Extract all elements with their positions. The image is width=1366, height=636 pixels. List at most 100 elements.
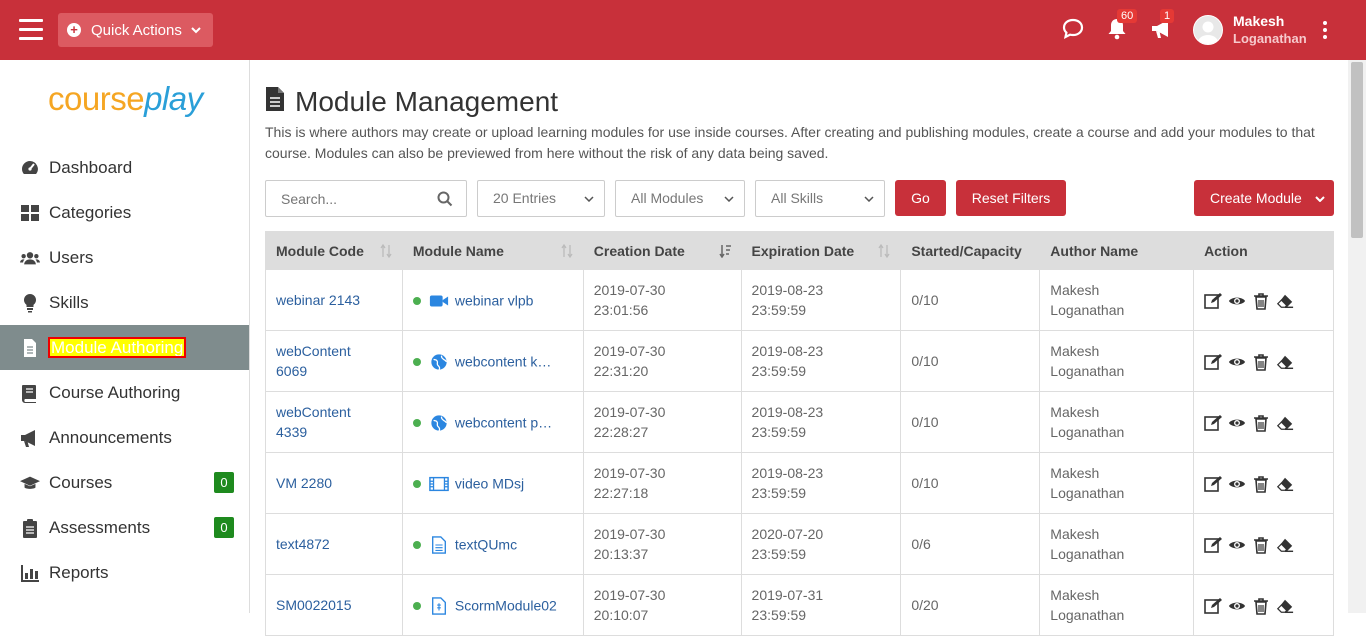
modules-select[interactable]: All Modules bbox=[615, 180, 745, 217]
preview-eye-icon[interactable] bbox=[1228, 292, 1246, 310]
column-header-expiration-date[interactable]: Expiration Date bbox=[740, 231, 902, 270]
sidebar-item-course-authoring[interactable]: Course Authoring bbox=[0, 370, 249, 415]
scrollbar-thumb[interactable] bbox=[1351, 62, 1363, 238]
column-header-action: Action bbox=[1193, 231, 1334, 270]
module-name-link[interactable]: webinar vlpb bbox=[455, 293, 534, 309]
module-name-link[interactable]: textQUmc bbox=[455, 537, 517, 553]
trash-icon[interactable] bbox=[1252, 353, 1270, 371]
module-name-link[interactable]: video MDsj bbox=[455, 476, 524, 492]
sidebar-item-reports[interactable]: Reports bbox=[0, 550, 249, 595]
trash-icon[interactable] bbox=[1252, 475, 1270, 493]
preview-eye-icon[interactable] bbox=[1228, 536, 1246, 554]
eraser-icon[interactable] bbox=[1276, 536, 1294, 554]
create-module-label: Create Module bbox=[1210, 190, 1302, 206]
sidebar-item-announcements[interactable]: Announcements bbox=[0, 415, 249, 460]
creation-time: 20:13:37 bbox=[593, 546, 649, 562]
expiration-date-cell: 2019-08-23 23:59:59 bbox=[740, 330, 902, 392]
expiration-date-cell: 2019-07-31 23:59:59 bbox=[740, 574, 902, 636]
module-code-link[interactable]: webContent bbox=[276, 343, 351, 359]
users-icon bbox=[20, 252, 40, 265]
sidebar-item-users[interactable]: Users bbox=[0, 235, 249, 280]
module-code-link[interactable]: VM 2280 bbox=[276, 475, 332, 491]
edit-icon[interactable] bbox=[1204, 292, 1223, 310]
create-module-button[interactable]: Create Module bbox=[1194, 180, 1334, 216]
module-name-link[interactable]: ScormModule02 bbox=[455, 598, 557, 614]
entries-select[interactable]: 20 Entries bbox=[477, 180, 605, 217]
module-code-cell[interactable]: text4872 bbox=[265, 513, 403, 575]
module-name-cell: ScormModule02 bbox=[401, 574, 584, 636]
courses-count-badge: 0 bbox=[214, 472, 234, 493]
module-code-cell[interactable]: VM 2280 bbox=[265, 452, 403, 514]
eraser-icon[interactable] bbox=[1276, 414, 1294, 432]
expiration-date-cell: 2019-08-23 23:59:59 bbox=[740, 269, 902, 331]
table-row: webContent 6069 webcontent k… 2019-07-30 22:… bbox=[265, 330, 1334, 392]
module-code-link[interactable]: text4872 bbox=[276, 536, 330, 552]
chat-icon[interactable] bbox=[1060, 16, 1086, 42]
published-status-dot bbox=[412, 479, 421, 488]
module-code-link-line2[interactable]: 6069 bbox=[276, 363, 307, 379]
globe-icon bbox=[431, 353, 447, 371]
edit-icon[interactable] bbox=[1204, 475, 1223, 493]
eraser-icon[interactable] bbox=[1276, 475, 1294, 493]
edit-icon[interactable] bbox=[1204, 414, 1223, 432]
user-first-name[interactable]: Makesh bbox=[1233, 13, 1284, 29]
module-name-link[interactable]: webcontent p… bbox=[455, 415, 552, 431]
chevron-down-icon bbox=[724, 196, 734, 202]
go-button[interactable]: Go bbox=[895, 180, 946, 216]
modules-select-value: All Modules bbox=[631, 190, 704, 206]
creation-date-cell: 2019-07-30 23:01:56 bbox=[582, 269, 742, 331]
module-code-link[interactable]: webContent bbox=[276, 404, 351, 420]
skills-select-value: All Skills bbox=[771, 190, 824, 206]
module-code-cell[interactable]: webContent 4339 bbox=[265, 391, 403, 453]
module-code-cell[interactable]: SM0022015 bbox=[265, 574, 403, 636]
started-capacity: 0/20 bbox=[911, 597, 939, 613]
main-content: Module Management This is where authors … bbox=[250, 60, 1348, 636]
sidebar-item-assessments[interactable]: Assessments 0 bbox=[0, 505, 249, 550]
globe-icon bbox=[431, 414, 447, 432]
edit-icon[interactable] bbox=[1204, 597, 1223, 615]
avatar[interactable] bbox=[1193, 15, 1223, 45]
sidebar-item-label: Course Authoring bbox=[49, 382, 181, 402]
trash-icon[interactable] bbox=[1252, 536, 1270, 554]
edit-icon[interactable] bbox=[1204, 536, 1223, 554]
sidebar-item-courses[interactable]: Courses 0 bbox=[0, 460, 249, 505]
creation-time: 22:27:18 bbox=[593, 485, 649, 501]
preview-eye-icon[interactable] bbox=[1228, 475, 1246, 493]
trash-icon[interactable] bbox=[1252, 292, 1270, 310]
sidebar-item-categories[interactable]: Categories bbox=[0, 190, 249, 235]
kebab-menu-icon[interactable] bbox=[1321, 21, 1329, 41]
module-code-cell[interactable]: webinar 2143 bbox=[265, 269, 403, 331]
trash-icon[interactable] bbox=[1252, 597, 1270, 615]
module-code-link[interactable]: SM0022015 bbox=[276, 597, 352, 613]
sidebar-item-label: Courses bbox=[49, 472, 113, 492]
module-code-link[interactable]: webinar 2143 bbox=[276, 292, 360, 308]
trash-icon[interactable] bbox=[1252, 414, 1270, 432]
sidebar-item-skills[interactable]: Skills bbox=[0, 280, 249, 325]
eraser-icon[interactable] bbox=[1276, 292, 1294, 310]
sidebar-item-dashboard[interactable]: Dashboard bbox=[0, 145, 249, 190]
column-header-module-name[interactable]: Module Name bbox=[401, 231, 584, 270]
user-last-name[interactable]: Loganathan bbox=[1233, 31, 1307, 46]
column-header-module-code[interactable]: Module Code bbox=[265, 231, 403, 270]
module-name-link[interactable]: webcontent k… bbox=[455, 354, 552, 370]
preview-eye-icon[interactable] bbox=[1228, 414, 1246, 432]
reset-filters-button[interactable]: Reset Filters bbox=[956, 180, 1066, 216]
preview-eye-icon[interactable] bbox=[1228, 597, 1246, 615]
quick-actions-button[interactable]: + Quick Actions bbox=[58, 13, 213, 47]
eraser-icon[interactable] bbox=[1276, 353, 1294, 371]
edit-icon[interactable] bbox=[1204, 353, 1223, 371]
sort-icon bbox=[878, 244, 890, 258]
eraser-icon[interactable] bbox=[1276, 597, 1294, 615]
module-code-link-line2[interactable]: 4339 bbox=[276, 424, 307, 440]
module-code-cell[interactable]: webContent 6069 bbox=[265, 330, 403, 392]
search-icon[interactable] bbox=[437, 191, 453, 207]
sidebar-item-module-authoring[interactable]: Module Authoring bbox=[0, 325, 249, 370]
preview-eye-icon[interactable] bbox=[1228, 353, 1246, 371]
menu-toggle-icon[interactable] bbox=[19, 19, 43, 41]
skills-select[interactable]: All Skills bbox=[755, 180, 885, 217]
grid-icon bbox=[21, 205, 39, 221]
table-row: webContent 4339 webcontent p… 2019-07-30 22:… bbox=[265, 391, 1334, 453]
column-header-creation-date[interactable]: Creation Date bbox=[582, 231, 742, 270]
courseplay-logo[interactable]: courseplay bbox=[48, 80, 203, 118]
creation-time: 20:10:07 bbox=[593, 607, 649, 623]
